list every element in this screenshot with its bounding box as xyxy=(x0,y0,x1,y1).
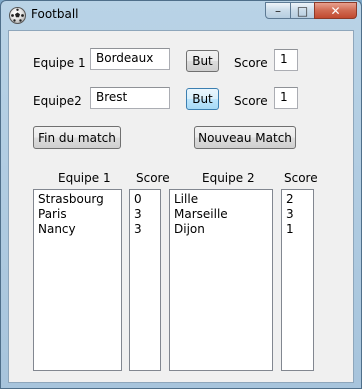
list-item[interactable]: 0 xyxy=(134,192,156,207)
list-item[interactable]: 3 xyxy=(134,222,156,237)
form-client-area: Equipe 1 Bordeaux But Score 1 Equipe2 Br… xyxy=(8,30,354,383)
score1-listbox[interactable]: 0 3 3 xyxy=(129,189,161,371)
list-item[interactable]: Strasbourg xyxy=(38,192,117,207)
close-button[interactable]: ✕ xyxy=(314,2,357,19)
results-score1-header: Score xyxy=(136,171,170,185)
minimize-icon: – xyxy=(275,3,281,18)
score1-input[interactable]: 1 xyxy=(274,49,298,71)
team2-listbox[interactable]: Lille Marseille Dijon xyxy=(169,189,273,371)
football-icon xyxy=(9,7,26,24)
team1-goal-button[interactable]: But xyxy=(186,50,219,72)
score2-input[interactable]: 1 xyxy=(274,87,298,109)
team1-listbox[interactable]: Strasbourg Paris Nancy xyxy=(33,189,122,371)
team2-input[interactable]: Brest xyxy=(90,87,170,109)
results-score2-header: Score xyxy=(284,171,318,185)
results-team1-header: Equipe 1 xyxy=(58,171,111,185)
end-match-button[interactable]: Fin du match xyxy=(33,126,121,149)
list-item[interactable]: Nancy xyxy=(38,222,117,237)
list-item[interactable]: 2 xyxy=(286,192,309,207)
results-team2-header: Equipe 2 xyxy=(202,171,255,185)
team2-goal-button[interactable]: But xyxy=(186,88,219,110)
score1-label: Score xyxy=(234,56,268,70)
score2-listbox[interactable]: 2 3 1 xyxy=(281,189,314,371)
close-icon: ✕ xyxy=(330,3,341,18)
list-item[interactable]: 3 xyxy=(134,207,156,222)
app-window: Football – □ ✕ Equipe 1 Bordeaux But Sco… xyxy=(0,0,362,389)
list-item[interactable]: Paris xyxy=(38,207,117,222)
list-item[interactable]: Dijon xyxy=(174,222,268,237)
team1-input[interactable]: Bordeaux xyxy=(90,48,170,70)
new-match-button[interactable]: Nouveau Match xyxy=(194,126,296,149)
list-item[interactable]: 1 xyxy=(286,222,309,237)
score2-label: Score xyxy=(234,94,268,108)
team2-label: Equipe2 xyxy=(33,94,82,108)
list-item[interactable]: 3 xyxy=(286,207,309,222)
window-title: Football xyxy=(31,7,79,21)
title-bar[interactable]: Football – □ ✕ xyxy=(1,1,361,29)
minimize-button[interactable]: – xyxy=(265,2,291,19)
maximize-button[interactable]: □ xyxy=(290,2,315,19)
maximize-icon: □ xyxy=(296,3,309,18)
team1-label: Equipe 1 xyxy=(33,56,86,70)
list-item[interactable]: Marseille xyxy=(174,207,268,222)
list-item[interactable]: Lille xyxy=(174,192,268,207)
